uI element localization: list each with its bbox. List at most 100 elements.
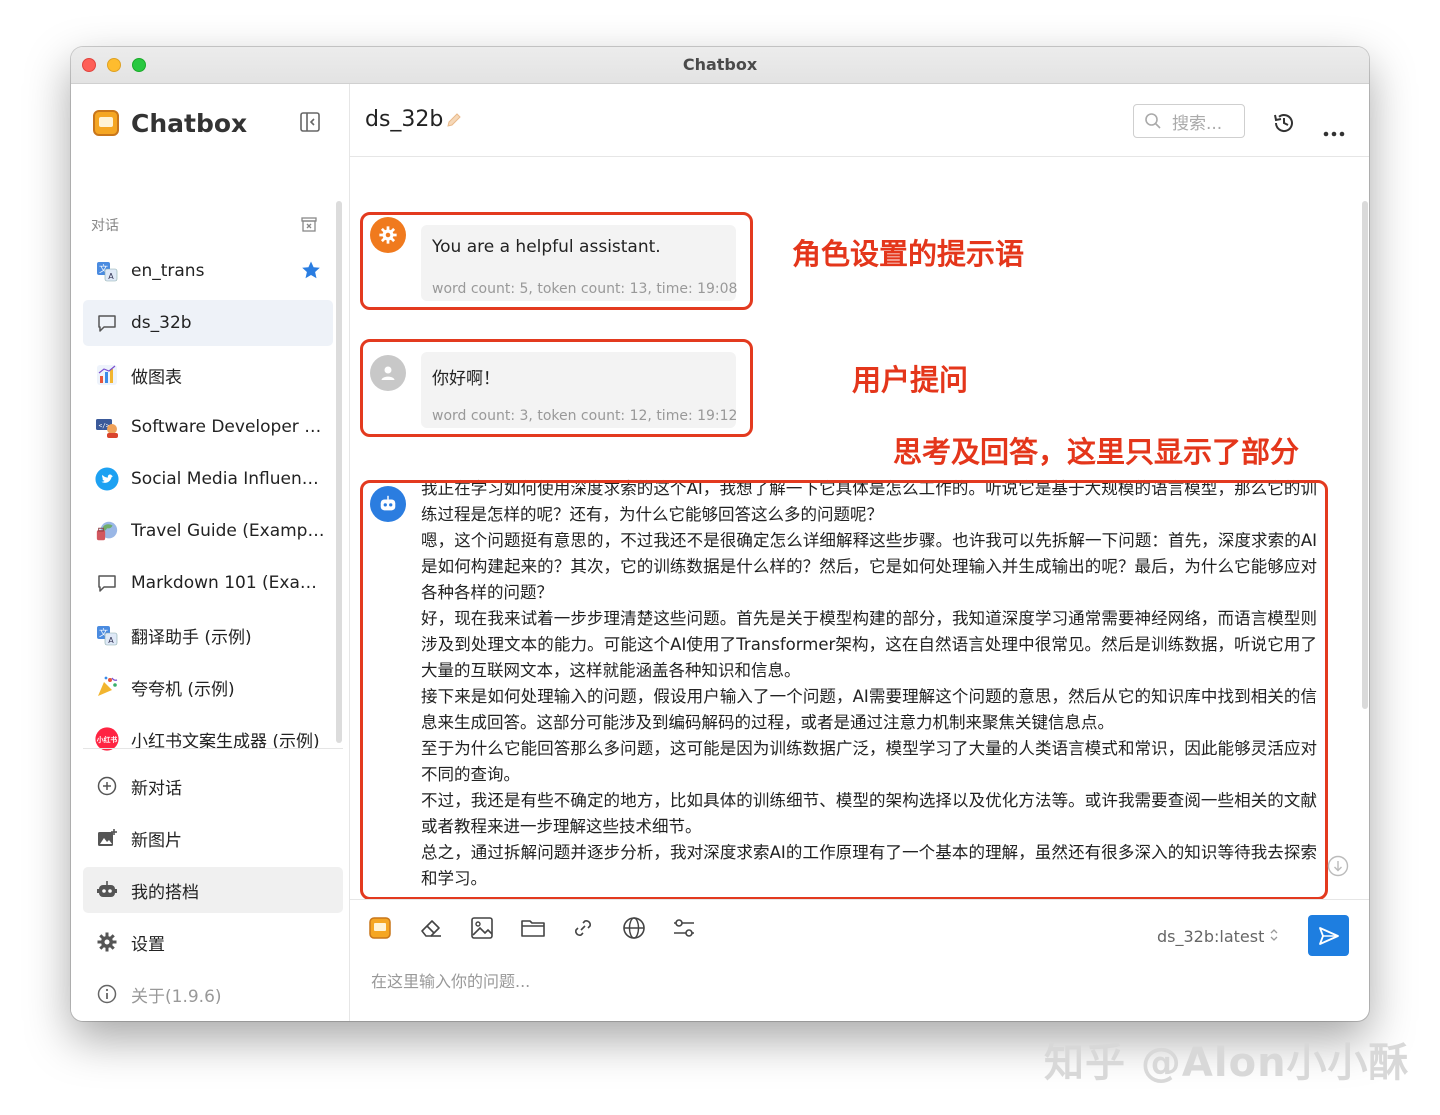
brand-name: Chatbox <box>131 108 248 138</box>
model-name: ds_32b:latest <box>1157 927 1265 946</box>
conversation-item-active[interactable]: ds_32b <box>83 300 333 346</box>
sidebar-divider <box>83 748 343 749</box>
app-window: Chatbox Chatbox 对话 文 A en_trans ds_32b 做… <box>71 47 1369 1021</box>
conversation-list: 文A en_trans ds_32b 做图表 </> Software Deve… <box>83 248 333 768</box>
archive-clear-icon <box>301 217 317 232</box>
sidebar-actions: 新对话 新图片 我的搭档 设置 关于(1.9.6) <box>83 763 343 1021</box>
collapse-sidebar-button[interactable] <box>299 111 321 133</box>
answer-annotation-box <box>360 480 1328 900</box>
search-placeholder: 搜索... <box>1172 113 1223 134</box>
attach-link-button[interactable] <box>569 914 597 942</box>
search-input[interactable]: 搜索... <box>1133 104 1245 138</box>
conversation-label: ds_32b <box>131 313 192 333</box>
web-search-button[interactable] <box>620 914 648 942</box>
about-button[interactable]: 关于(1.9.6) <box>83 971 343 1017</box>
conversation-label: Markdown 101 (Examp... <box>131 573 327 593</box>
about-label: 关于(1.9.6) <box>131 986 222 1007</box>
chat-bubble-icon <box>95 571 119 595</box>
chat-title: ds_32b <box>365 107 444 132</box>
my-copilots-button[interactable]: 我的搭档 <box>83 867 343 913</box>
history-button[interactable] <box>1271 110 1297 140</box>
conversation-label: en_trans <box>131 261 205 281</box>
attach-file-button[interactable] <box>519 914 547 942</box>
robot-icon <box>95 878 119 902</box>
star-icon[interactable] <box>301 260 321 284</box>
settings-button[interactable]: 设置 <box>83 919 343 965</box>
settings-sliders-icon <box>674 919 694 937</box>
new-image-label: 新图片 <box>131 830 182 851</box>
model-selector[interactable]: ds_32b:latest <box>1157 927 1279 946</box>
twitter-bird-icon <box>95 467 119 491</box>
send-button[interactable] <box>1308 915 1349 956</box>
conversation-label: 做图表 <box>131 367 182 388</box>
user-annotation: 用户提问 <box>852 363 969 397</box>
chevron-up-down-icon <box>1271 929 1278 941</box>
chatbox-logo-icon <box>369 917 391 939</box>
conversation-label: 翻译助手 (示例) <box>131 627 252 648</box>
chatbox-logo-icon <box>93 110 119 136</box>
conversation-item[interactable]: </> Software Developer (E... <box>83 404 333 450</box>
conversation-item[interactable]: 小红书 小红书文案生成器 (示例) <box>83 716 333 762</box>
more-options-button[interactable] <box>1323 118 1345 142</box>
conversation-item[interactable]: Markdown 101 (Examp... <box>83 560 333 606</box>
copilot-picker-button[interactable] <box>366 914 394 942</box>
sidebar-collapse-icon <box>300 112 320 132</box>
svg-text:A: A <box>108 272 114 281</box>
arrow-down-circle-icon <box>1327 855 1349 877</box>
image-icon <box>471 917 493 939</box>
info-icon <box>95 982 119 1006</box>
watermark: 知乎 @Alon小小酥 <box>1044 1040 1410 1086</box>
chat-panel: ds_32b 搜索... You are a helpful assistant… <box>350 84 1369 1021</box>
chart-icon <box>95 363 119 387</box>
conversation-item[interactable]: Social Media Influence... <box>83 456 333 502</box>
clear-conversations-button[interactable] <box>300 215 318 233</box>
composer: ds_32b:latest 在这里输入你的问题... <box>350 899 1369 1021</box>
image-add-icon <box>95 826 119 850</box>
globe-icon <box>623 917 645 939</box>
conversation-item[interactable]: 夸夸机 (示例) <box>83 664 333 710</box>
conversation-label: Software Developer (E... <box>131 417 327 437</box>
new-chat-button[interactable]: 新对话 <box>83 763 343 809</box>
developer-avatar-icon: </> <box>95 415 119 439</box>
message-input[interactable]: 在这里输入你的问题... <box>371 968 530 992</box>
send-icon <box>1318 926 1339 945</box>
more-horizontal-icon <box>1323 131 1345 137</box>
chat-bubble-icon <box>95 311 119 335</box>
attach-image-button[interactable] <box>468 914 496 942</box>
translate-icon: 文A <box>95 623 119 647</box>
conversation-item[interactable]: 文A 翻译助手 (示例) <box>83 612 333 658</box>
conversation-label: Travel Guide (Example) <box>131 521 327 541</box>
new-chat-label: 新对话 <box>131 778 182 799</box>
brand: Chatbox <box>93 106 247 140</box>
my-copilots-label: 我的搭档 <box>131 882 199 903</box>
title-bar: Chatbox <box>71 47 1369 84</box>
sidebar: Chatbox 对话 文A en_trans ds_32b 做图表 </> So… <box>71 84 350 1021</box>
edit-title-icon[interactable] <box>445 111 463 133</box>
gear-icon <box>95 930 119 954</box>
scroll-to-bottom-button[interactable] <box>1327 855 1349 881</box>
system-annotation-box <box>360 212 753 310</box>
system-annotation: 角色设置的提示语 <box>792 237 1025 271</box>
chat-header: ds_32b 搜索... <box>350 84 1369 157</box>
conversation-item[interactable]: Travel Guide (Example) <box>83 508 333 554</box>
history-icon <box>1274 114 1293 132</box>
svg-text:A: A <box>108 636 114 645</box>
sidebar-scrollbar[interactable] <box>336 201 342 743</box>
user-annotation-box <box>360 339 753 437</box>
clear-context-button[interactable] <box>417 914 445 942</box>
plus-circle-icon <box>95 774 119 798</box>
globe-travel-icon <box>95 519 119 543</box>
chat-scrollbar[interactable] <box>1362 201 1368 709</box>
search-icon <box>1145 113 1161 129</box>
translate-icon: 文A <box>95 259 119 283</box>
conversation-item[interactable]: 做图表 <box>83 352 333 398</box>
answer-annotation: 思考及回答，这里只显示了部分 <box>893 435 1300 469</box>
conversation-label: 夸夸机 (示例) <box>131 679 235 700</box>
conversation-item[interactable]: 文A en_trans <box>83 248 333 294</box>
settings-label: 设置 <box>131 934 165 955</box>
chat-settings-button[interactable] <box>670 914 698 942</box>
new-image-button[interactable]: 新图片 <box>83 815 343 861</box>
link-icon <box>575 920 591 936</box>
conversation-label: Social Media Influence... <box>131 469 327 489</box>
party-icon <box>95 675 119 699</box>
